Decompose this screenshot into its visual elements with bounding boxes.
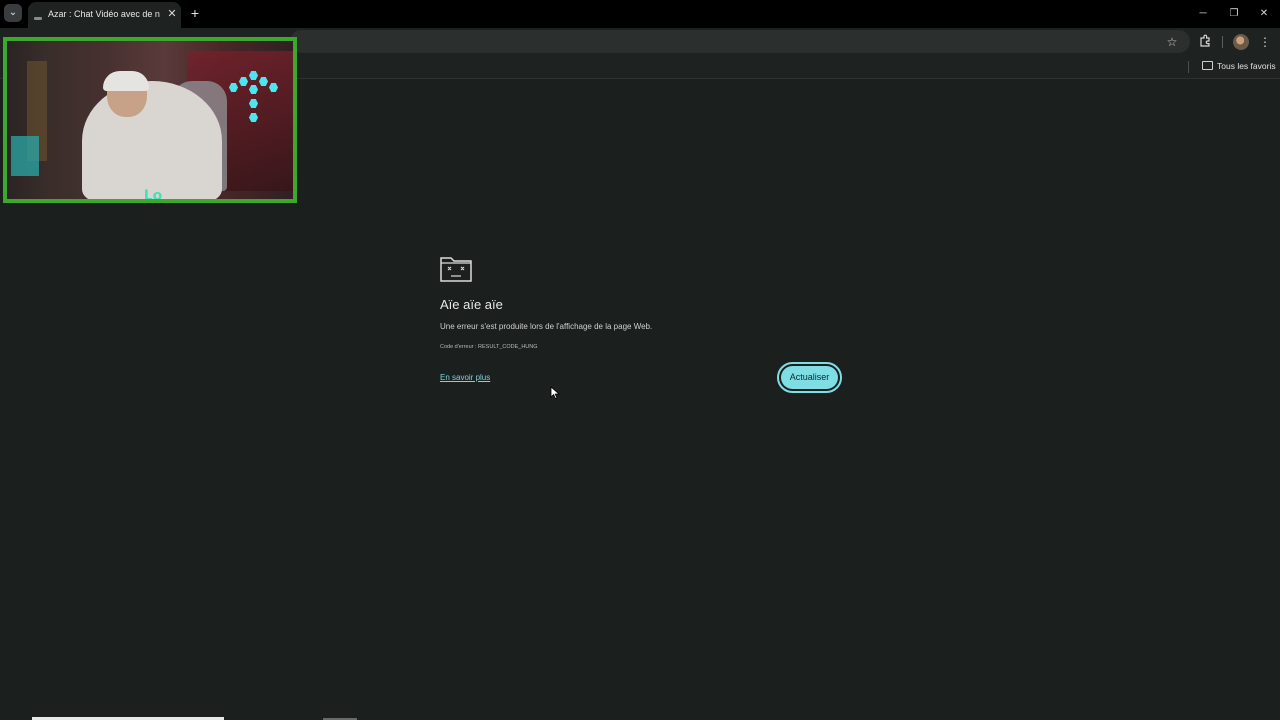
learn-more-link[interactable]: En savoir plus (440, 372, 490, 383)
star-icon[interactable]: ☆ (1164, 34, 1180, 50)
tab-strip: ⌄ Azar : Chat Vidéo avec de nouv ✕ + ─ ❐… (0, 0, 1280, 28)
error-title: Aïe aïe aïe (440, 297, 503, 312)
background-monitor (11, 136, 39, 176)
streamer-cap (103, 71, 149, 91)
profile-avatar[interactable] (1233, 34, 1249, 50)
webcam-overlay: Lo (3, 37, 297, 203)
all-bookmarks-button[interactable]: Tous les favoris (1217, 60, 1276, 72)
streamer-logo: Lo (143, 188, 163, 203)
mouse-cursor-icon (550, 386, 560, 400)
chevron-down-icon: ⌄ (8, 7, 18, 18)
sad-folder-icon (440, 254, 472, 282)
kebab-menu-icon[interactable]: ⋮ (1257, 34, 1273, 50)
active-tab[interactable]: Azar : Chat Vidéo avec de nouv ✕ (28, 2, 181, 28)
tab-title: Azar : Chat Vidéo avec de nouv (48, 9, 160, 19)
error-code: Code d'erreur : RESULT_CODE_HUNG (440, 344, 538, 350)
address-bar[interactable] (290, 30, 1190, 53)
streamer-body (82, 81, 222, 199)
reload-button-label: Actualiser (781, 366, 838, 389)
new-tab-button[interactable]: + (187, 5, 203, 21)
reload-button[interactable]: Actualiser (777, 362, 842, 393)
bookmarks-divider (1188, 61, 1189, 73)
error-description: Une erreur s'est produite lors de l'affi… (440, 322, 653, 331)
folder-icon (1202, 61, 1213, 70)
restore-button[interactable]: ❐ (1225, 6, 1243, 22)
puzzle-icon[interactable] (1197, 34, 1213, 50)
tab-search-button[interactable]: ⌄ (4, 4, 22, 22)
toolbar-divider (1222, 36, 1223, 48)
close-tab-icon[interactable]: ✕ (165, 6, 179, 22)
minimize-button[interactable]: ─ (1194, 6, 1212, 22)
webcam-video (7, 41, 293, 199)
close-window-button[interactable]: ✕ (1255, 6, 1273, 22)
tab-favicon-icon (34, 17, 42, 20)
